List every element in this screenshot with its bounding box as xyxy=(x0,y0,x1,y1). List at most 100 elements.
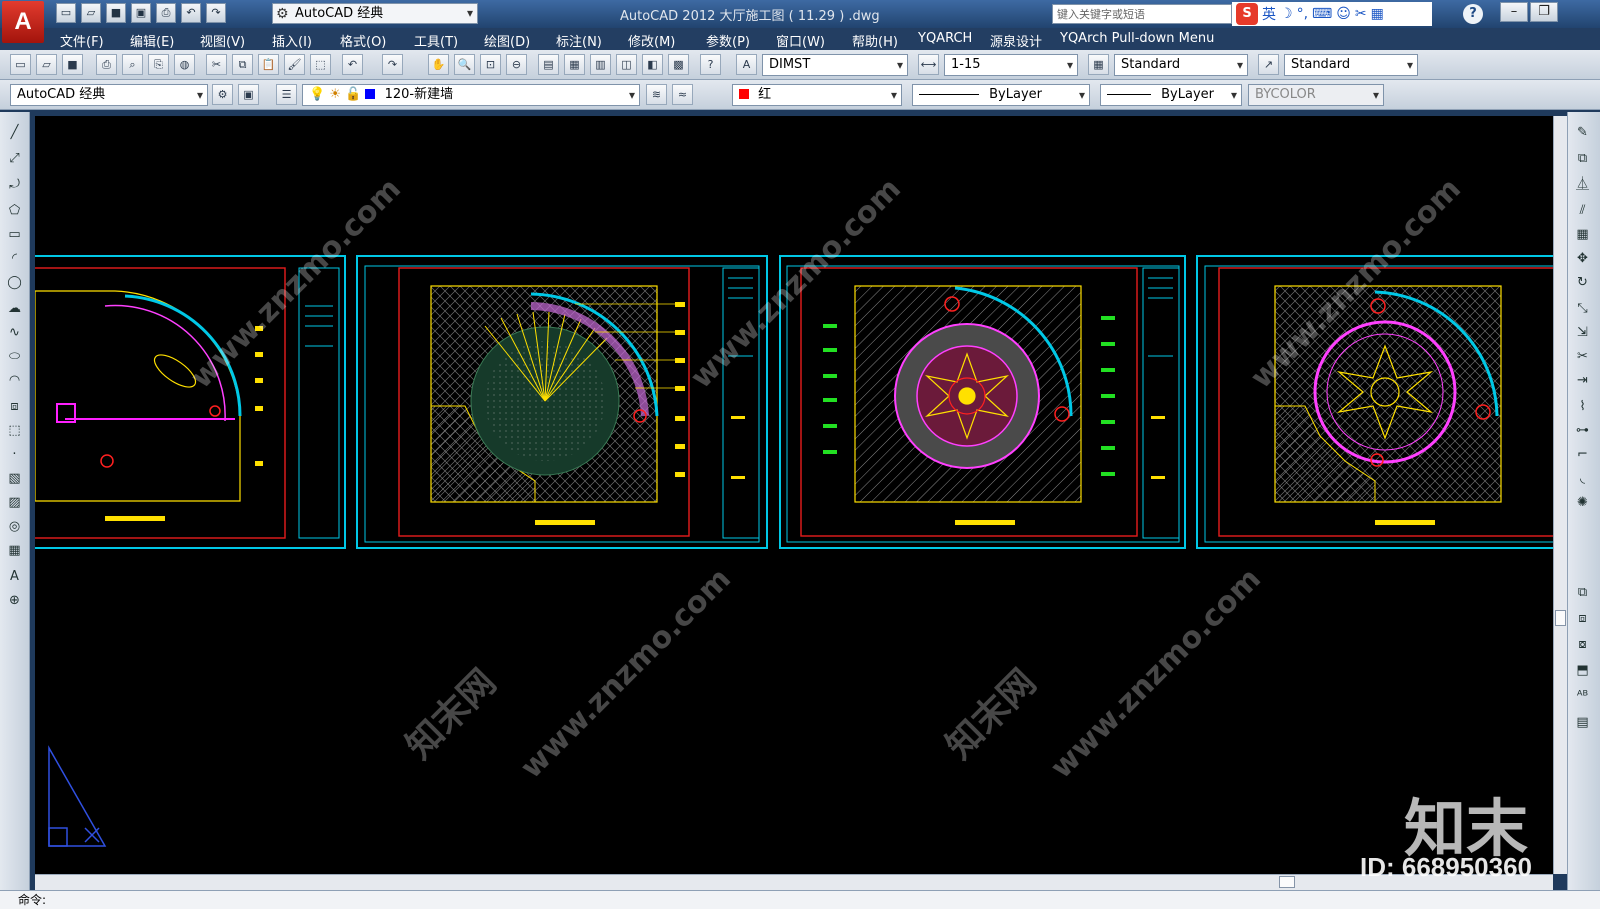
fillet-icon[interactable]: ◟ xyxy=(1572,468,1593,489)
revision-cloud-icon[interactable]: ☁ xyxy=(4,298,25,319)
plot-icon[interactable]: ⎙ xyxy=(156,3,176,23)
vertical-scroll-thumb[interactable] xyxy=(1555,610,1566,626)
insert-block-icon[interactable]: ⧈ xyxy=(4,396,25,417)
workspace-select-2[interactable]: AutoCAD 经典 xyxy=(10,84,208,106)
new-file-icon[interactable]: ▭ xyxy=(56,3,76,23)
break-icon[interactable]: ⌇ xyxy=(1572,396,1593,417)
dim-style-select[interactable]: 1-15 xyxy=(944,54,1078,76)
trim-icon[interactable]: ✂ xyxy=(1572,346,1593,367)
punctuation-icon[interactable]: °, xyxy=(1297,6,1308,22)
save-icon[interactable]: ■ xyxy=(106,3,126,23)
text-style-select[interactable]: DIMST xyxy=(762,54,908,76)
markup-icon[interactable]: ◧ xyxy=(642,54,663,75)
save-as-icon[interactable]: ▣ xyxy=(131,3,151,23)
draw-order-icon[interactable]: ⧉ xyxy=(1572,582,1593,603)
explode-icon[interactable]: ✺ xyxy=(1572,492,1593,513)
minimize-button[interactable]: – xyxy=(1500,2,1528,22)
zoom-window-icon[interactable]: ⊡ xyxy=(480,54,501,75)
vertical-scrollbar[interactable] xyxy=(1553,116,1567,874)
undo-icon[interactable]: ↶ xyxy=(342,54,363,75)
publish-icon[interactable]: ⎘ xyxy=(148,54,169,75)
layer-properties-icon[interactable]: ☰ xyxy=(276,84,297,105)
grid-icon[interactable]: ▦ xyxy=(1371,6,1384,22)
match-properties-icon[interactable]: 🖌 xyxy=(284,54,305,75)
color-select[interactable]: 红 xyxy=(732,84,902,106)
layer-states-icon[interactable]: ▣ xyxy=(238,84,259,105)
erase-icon[interactable]: ✎ xyxy=(1572,122,1593,143)
design-center-icon[interactable]: ▦ xyxy=(564,54,585,75)
rectangle-icon[interactable]: ▭ xyxy=(4,224,25,245)
menu-item-14[interactable]: YQArch Pull-down Menu xyxy=(1060,31,1214,46)
tools-icon[interactable]: ✂ xyxy=(1355,6,1367,22)
menu-item-8[interactable]: 修改(M) xyxy=(628,31,675,50)
keyboard-icon[interactable]: ⌨ xyxy=(1312,6,1332,22)
workspace-settings-icon[interactable]: ⚙ xyxy=(212,84,233,105)
menu-item-4[interactable]: 格式(O) xyxy=(340,31,386,50)
text-front-icon[interactable]: ᴬᴮ xyxy=(1572,686,1593,707)
menu-item-10[interactable]: 窗口(W) xyxy=(776,31,825,50)
user-icon[interactable]: ☺ xyxy=(1336,6,1351,22)
menu-item-9[interactable]: 参数(P) xyxy=(706,31,750,50)
join-icon[interactable]: ⊶ xyxy=(1572,420,1593,441)
open-file-icon[interactable]: ▱ xyxy=(81,3,101,23)
hatch-back-icon[interactable]: ▤ xyxy=(1572,712,1593,733)
add-selected-icon[interactable]: ⊕ xyxy=(4,590,25,611)
chamfer-icon[interactable]: ⌐ xyxy=(1572,444,1593,465)
copy-object-icon[interactable]: ⧉ xyxy=(1572,148,1593,169)
block-editor-icon[interactable]: ⬚ xyxy=(310,54,331,75)
menu-item-3[interactable]: 插入(I) xyxy=(272,31,312,50)
make-block-icon[interactable]: ⬚ xyxy=(4,420,25,441)
redo-icon[interactable]: ↷ xyxy=(382,54,403,75)
arc-icon[interactable]: ◜ xyxy=(4,248,25,269)
spline-icon[interactable]: ∿ xyxy=(4,322,25,343)
menu-item-5[interactable]: 工具(T) xyxy=(414,31,458,50)
menu-item-7[interactable]: 标注(N) xyxy=(556,31,602,50)
menu-item-1[interactable]: 编辑(E) xyxy=(130,31,174,50)
stretch-icon[interactable]: ⇲ xyxy=(1572,322,1593,343)
menu-item-12[interactable]: YQARCH xyxy=(918,31,972,46)
multileader-style-select[interactable]: Standard xyxy=(1284,54,1418,76)
ime-language-label[interactable]: 英 xyxy=(1262,4,1276,24)
line-icon[interactable]: ╱ xyxy=(4,122,25,143)
tool-palettes-icon[interactable]: ▥ xyxy=(590,54,611,75)
menu-item-11[interactable]: 帮助(H) xyxy=(852,31,898,50)
menu-item-2[interactable]: 视图(V) xyxy=(200,31,245,50)
rotate-icon[interactable]: ↻ xyxy=(1572,272,1593,293)
save-icon[interactable]: ■ xyxy=(62,54,83,75)
make-current-layer-icon[interactable]: ≋ xyxy=(646,84,667,105)
dim-style-icon[interactable]: ⟷ xyxy=(918,54,939,75)
zoom-previous-icon[interactable]: ⊖ xyxy=(506,54,527,75)
table-style-select[interactable]: Standard xyxy=(1114,54,1248,76)
zoom-realtime-icon[interactable]: 🔍 xyxy=(454,54,475,75)
moon-icon[interactable]: ☽ xyxy=(1280,6,1293,22)
undo-icon[interactable]: ↶ xyxy=(181,3,201,23)
point-icon[interactable]: · xyxy=(4,444,25,465)
multileader-style-icon[interactable]: ↗ xyxy=(1258,54,1279,75)
pan-icon[interactable]: ✋ xyxy=(428,54,449,75)
calculator-icon[interactable]: ▩ xyxy=(668,54,689,75)
table-style-icon[interactable]: ▦ xyxy=(1088,54,1109,75)
bring-front-icon[interactable]: ⧈ xyxy=(1572,608,1593,629)
horizontal-scrollbar[interactable] xyxy=(35,874,1553,890)
polygon-icon[interactable]: ⬠ xyxy=(4,200,25,221)
text-style-icon[interactable]: A xyxy=(736,54,757,75)
new-icon[interactable]: ▭ xyxy=(10,54,31,75)
open-icon[interactable]: ▱ xyxy=(36,54,57,75)
redo-icon[interactable]: ↷ xyxy=(206,3,226,23)
copy-icon[interactable]: ⧉ xyxy=(232,54,253,75)
drawing-canvas[interactable]: www.znzmo.com www.znzmo.com www.znzmo.co… xyxy=(35,116,1553,874)
array-icon[interactable]: ▦ xyxy=(1572,224,1593,245)
mirror-icon[interactable]: ⏅ xyxy=(1572,174,1593,195)
sheet-set-icon[interactable]: ◫ xyxy=(616,54,637,75)
polyline-icon[interactable]: ⤾ xyxy=(4,174,25,195)
menu-item-13[interactable]: 源泉设计 xyxy=(990,31,1042,50)
construction-line-icon[interactable]: ⤢ xyxy=(4,148,25,169)
3d-dwf-icon[interactable]: ◍ xyxy=(174,54,195,75)
menu-item-0[interactable]: 文件(F) xyxy=(60,31,104,50)
lineweight-select[interactable]: ByLayer xyxy=(1100,84,1242,106)
help-button[interactable]: ? xyxy=(1463,4,1483,24)
autocad-logo-button[interactable]: A xyxy=(2,1,44,43)
paste-icon[interactable]: 📋 xyxy=(258,54,279,75)
layer-previous-icon[interactable]: ≈ xyxy=(672,84,693,105)
menu-item-6[interactable]: 绘图(D) xyxy=(484,31,530,50)
